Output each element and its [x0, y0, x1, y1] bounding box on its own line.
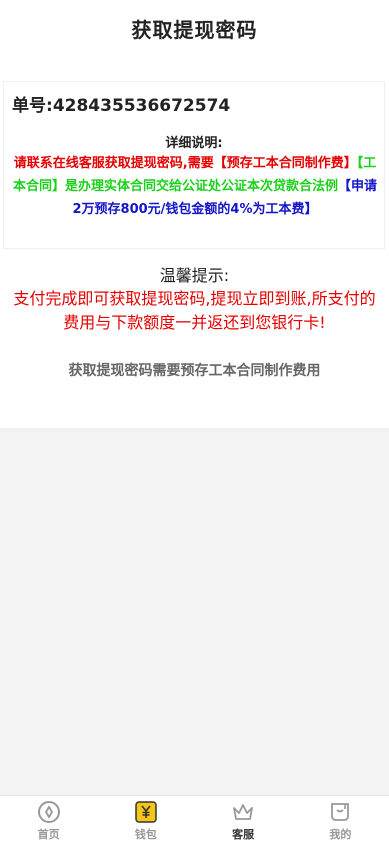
detail-title: 详细说明: — [165, 136, 223, 151]
page: 获取提现密码 单号:428435536672574 详细说明: 请联系在线客服获… — [0, 0, 389, 846]
home-icon — [37, 801, 60, 823]
tab-home-label: 首页 — [37, 828, 60, 841]
profile-pocket-icon — [331, 803, 350, 821]
tips-title: 温馨提示: — [159, 266, 230, 285]
tips-body: 支付完成即可获取提现密码,提现立即到账,所支付的费用与下款额度一并返还到您银行卡… — [13, 289, 376, 332]
order-card: 单号:428435536672574 详细说明: 请联系在线客服获取提现密码,需… — [3, 81, 385, 249]
tab-customer-service-label: 客服 — [232, 828, 255, 841]
tab-mine[interactable]: 我的 — [292, 796, 389, 846]
order-label: 单号: — [12, 96, 53, 116]
tab-mine-label: 我的 — [329, 828, 352, 841]
tab-customer-service[interactable]: 客服 — [195, 796, 292, 846]
fee-note: 获取提现密码需要预存工本合同制作费用 — [68, 363, 321, 379]
bottom-tabbar: 首页 钱包 客服 我的 — [0, 795, 389, 846]
crown-icon — [233, 804, 254, 820]
tab-wallet-label: 钱包 — [134, 828, 157, 841]
order-number-line: 单号:428435536672574 — [12, 91, 230, 116]
page-title: 获取提现密码 — [131, 17, 258, 42]
tab-home[interactable]: 首页 — [0, 796, 97, 846]
tab-wallet[interactable]: 钱包 — [97, 796, 194, 846]
main-content: 单号:428435536672574 详细说明: 请联系在线客服获取提现密码,需… — [0, 56, 389, 428]
detail-description: 请联系在线客服获取提现密码,需要【预存工本合同制作费】【工本合同】是办理实体合同… — [12, 152, 378, 221]
detail-line-red: 请联系在线客服获取提现密码,需要【预存工本合同制作费】 — [13, 156, 357, 171]
wallet-yen-icon — [135, 801, 157, 823]
order-number: 428435536672574 — [52, 96, 231, 116]
header: 获取提现密码 — [0, 0, 389, 56]
